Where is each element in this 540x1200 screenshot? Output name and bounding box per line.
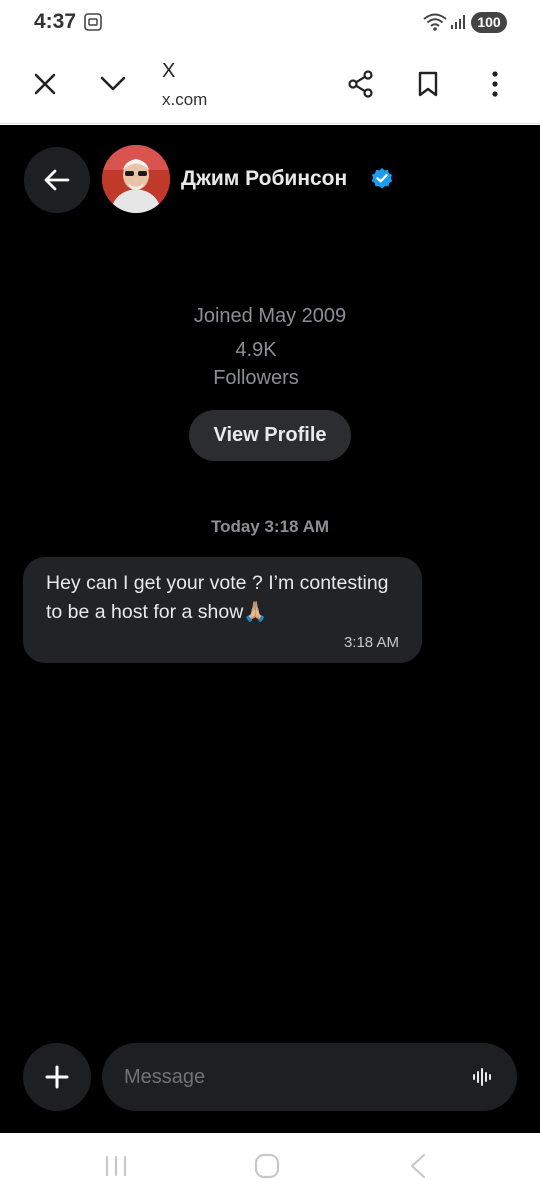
back-nav-icon[interactable]	[398, 1151, 438, 1181]
chevron-down-icon[interactable]	[95, 66, 131, 102]
plus-icon	[45, 1065, 69, 1089]
message-composer	[102, 1043, 517, 1111]
status-time: 4:37	[34, 10, 77, 33]
browser-toolbar: X x.com	[0, 46, 540, 124]
page-url[interactable]: x.com	[162, 90, 207, 110]
home-icon[interactable]	[247, 1151, 287, 1181]
date-separator: Today 3:18 AM	[210, 517, 330, 536]
joined-date: Joined May 2009	[193, 305, 347, 327]
share-icon[interactable]	[343, 66, 379, 102]
arrow-left-icon	[44, 169, 70, 191]
followers-label: Followers	[213, 367, 299, 389]
dm-conversation: Джим Робинсон Joined May 2009 4.9K Follo…	[0, 125, 540, 1133]
message-timestamp: 3:18 AM	[343, 634, 399, 651]
followers-count: 4.9K	[235, 339, 277, 361]
contact-name[interactable]: Джим Робинсон	[181, 167, 347, 191]
recent-apps-icon[interactable]	[96, 1151, 136, 1181]
battery-indicator: 100	[471, 12, 507, 33]
message-text: Hey can I get your vote ? I’m contesting…	[46, 572, 389, 623]
status-bar: 4:37 100	[0, 0, 540, 46]
view-profile-button[interactable]: View Profile	[189, 410, 351, 461]
close-icon[interactable]	[27, 66, 63, 102]
add-attachment-button[interactable]	[23, 1043, 91, 1111]
screenshot-icon	[84, 13, 102, 31]
signal-icon	[451, 15, 465, 29]
wifi-icon	[423, 13, 447, 31]
page-title: X	[162, 60, 176, 82]
bookmark-icon[interactable]	[410, 66, 446, 102]
avatar[interactable]	[102, 145, 170, 213]
message-bubble[interactable]: Hey can I get your vote ? I’m contesting…	[23, 557, 422, 663]
navigation-bar	[0, 1133, 540, 1200]
more-vertical-icon[interactable]	[477, 66, 513, 102]
verified-badge-icon	[371, 168, 393, 189]
message-input[interactable]	[124, 1043, 454, 1111]
back-button[interactable]	[24, 147, 90, 213]
voice-message-icon[interactable]	[471, 1065, 495, 1089]
